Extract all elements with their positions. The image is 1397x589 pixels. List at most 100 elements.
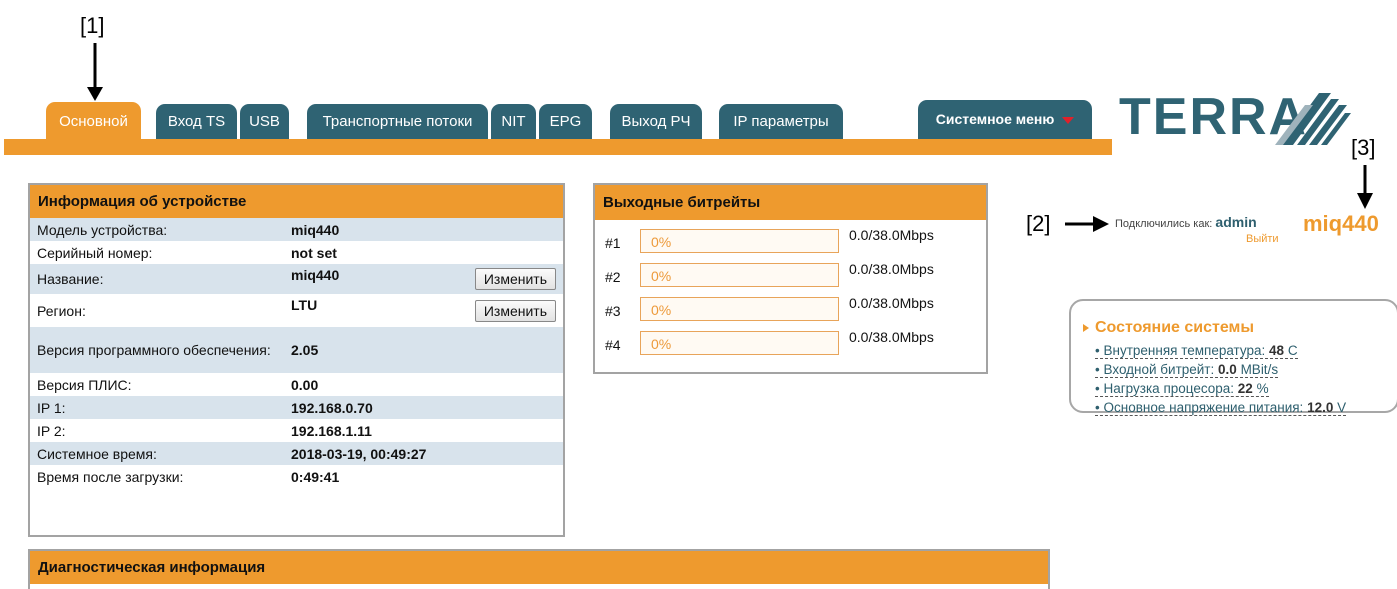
table-row: Время после загрузки: 0:49:41 — [30, 465, 563, 488]
callout-3-arrow-icon — [1357, 165, 1373, 209]
callout-1-arrow-icon — [87, 43, 103, 101]
bitrate-bar: 0% — [640, 229, 839, 253]
device-name-header: miq440 — [1303, 211, 1379, 236]
row-value: 0.00 — [284, 373, 455, 396]
system-status-title-text: Состояние системы — [1095, 319, 1255, 336]
table-row: IP 1: 192.168.0.70 — [30, 396, 563, 419]
status-label: Внутренняя температура: — [1103, 343, 1266, 358]
table-row: Системное время: 2018-03-19, 00:49:27 — [30, 442, 563, 465]
status-value: 12.0 — [1307, 400, 1334, 415]
table-row: Версия программного обеспечения: 2.05 — [30, 327, 563, 373]
status-unit: C — [1287, 343, 1298, 358]
bitrate-num: #4 — [605, 337, 621, 353]
table-row: Версия ПЛИС: 0.00 — [30, 373, 563, 396]
tab-main[interactable]: Основной — [46, 102, 141, 140]
table-row: Название: miq440 Изменить — [30, 264, 563, 294]
bitrate-value: 0.0/38.0Mbps — [849, 329, 934, 345]
row-key: Время после загрузки: — [30, 465, 284, 488]
status-value: 0.0 — [1218, 362, 1237, 377]
row-key: Версия ПЛИС: — [30, 373, 284, 396]
device-info-title: Информация об устройстве — [30, 185, 563, 218]
callout-2-arrow-icon — [1065, 216, 1109, 232]
row-value: 192.168.1.11 — [284, 419, 455, 442]
bitrate-bar: 0% — [640, 297, 839, 321]
tab-bar-underline — [4, 139, 1112, 155]
status-unit: MBit/s — [1240, 362, 1279, 377]
status-temperature: • Внутренняя температура: 48 C — [1095, 343, 1298, 359]
change-name-button[interactable]: Изменить — [474, 268, 556, 290]
row-key: Название: — [30, 264, 284, 294]
row-value: miq440 — [284, 264, 455, 294]
bullet-icon: • — [1095, 362, 1100, 377]
logout-link[interactable]: Выйти — [1246, 233, 1279, 245]
bullet-icon: • — [1095, 400, 1100, 415]
row-value: miq440 — [284, 218, 455, 241]
row-key: IP 2: — [30, 419, 284, 442]
connected-as: Подключились как: admin — [1115, 214, 1257, 230]
diagnostics-panel: Диагностическая информация — [28, 549, 1050, 589]
bitrate-bar: 0% — [640, 263, 839, 287]
table-row: Модель устройства: miq440 — [30, 218, 563, 241]
row-key: Версия программного обеспечения: — [30, 327, 284, 373]
tab-ip-params[interactable]: IP параметры — [719, 104, 843, 140]
status-voltage: • Основное напряжение питания: 12.0 V — [1095, 400, 1347, 416]
status-value: 48 — [1269, 343, 1285, 358]
bullet-icon: • — [1095, 381, 1100, 396]
tab-epg[interactable]: EPG — [539, 104, 592, 140]
row-value: 0:49:41 — [284, 465, 455, 488]
callout-1: [1] — [80, 13, 105, 38]
row-value: 192.168.0.70 — [284, 396, 455, 419]
bitrate-value: 0.0/38.0Mbps — [849, 295, 934, 311]
status-input-bitrate: • Входной битрейт: 0.0 MBit/s — [1095, 362, 1279, 378]
bitrate-num: #3 — [605, 303, 621, 319]
dropdown-arrow-icon — [1062, 116, 1075, 124]
tab-usb[interactable]: USB — [240, 104, 289, 140]
connected-label: Подключились как: — [1115, 218, 1213, 230]
bitrate-num: #1 — [605, 235, 621, 251]
table-row: IP 2: 192.168.1.11 — [30, 419, 563, 442]
callout-2: [2] — [1026, 211, 1051, 236]
tab-input-ts[interactable]: Вход TS — [156, 104, 237, 140]
system-status-title: Состояние системы — [1083, 319, 1254, 337]
tab-system-menu[interactable]: Системное меню — [918, 100, 1092, 140]
status-value: 22 — [1237, 381, 1253, 396]
bitrate-value: 0.0/38.0Mbps — [849, 227, 934, 243]
status-cpu-load: • Нагрузка процесора: 22 % — [1095, 381, 1269, 397]
row-key: Системное время: — [30, 442, 284, 465]
status-label: Входной битрейт: — [1103, 362, 1215, 377]
diagnostics-title: Диагностическая информация — [30, 551, 1048, 584]
status-label: Основное напряжение питания: — [1103, 400, 1304, 415]
row-value: 2018-03-19, 00:49:27 — [284, 442, 455, 465]
row-value: 2.05 — [284, 327, 455, 373]
triangle-right-icon — [1083, 323, 1089, 332]
status-unit: % — [1256, 381, 1269, 396]
change-region-button[interactable]: Изменить — [474, 299, 556, 322]
row-key: Модель устройства: — [30, 218, 284, 241]
bitrate-bar: 0% — [640, 331, 839, 355]
status-label: Нагрузка процесора: — [1103, 381, 1235, 396]
row-value: LTU — [284, 294, 455, 327]
table-row: Регион: LTU Изменить — [30, 294, 563, 327]
bitrate-num: #2 — [605, 269, 621, 285]
row-key: Серийный номер: — [30, 241, 284, 264]
bitrates-title: Выходные битрейты — [595, 185, 986, 220]
row-key: Регион: — [30, 294, 284, 327]
callout-3: [3] — [1351, 135, 1376, 160]
status-unit: V — [1337, 400, 1347, 415]
username: admin — [1215, 214, 1257, 230]
system-status-panel: Состояние системы • Внутренняя температу… — [1069, 299, 1397, 416]
device-info-table: Модель устройства: miq440 Серийный номер… — [30, 218, 563, 488]
bitrates-panel: Выходные битрейты #1 0% 0.0/38.0Mbps #2 … — [593, 183, 988, 374]
terra-logo: TERRA — [1119, 87, 1351, 147]
tab-transport-streams[interactable]: Транспортные потоки — [307, 104, 488, 140]
device-info-panel: Информация об устройстве Модель устройст… — [28, 183, 565, 537]
tab-nit[interactable]: NIT — [491, 104, 536, 140]
tab-output-rf[interactable]: Выход РЧ — [610, 104, 702, 140]
bullet-icon: • — [1095, 343, 1100, 358]
bitrate-value: 0.0/38.0Mbps — [849, 261, 934, 277]
terra-stripes-icon — [1275, 93, 1351, 145]
tab-system-menu-label: Системное меню — [935, 111, 1055, 127]
row-value: not set — [284, 241, 455, 264]
table-row: Серийный номер: not set — [30, 241, 563, 264]
row-key: IP 1: — [30, 396, 284, 419]
